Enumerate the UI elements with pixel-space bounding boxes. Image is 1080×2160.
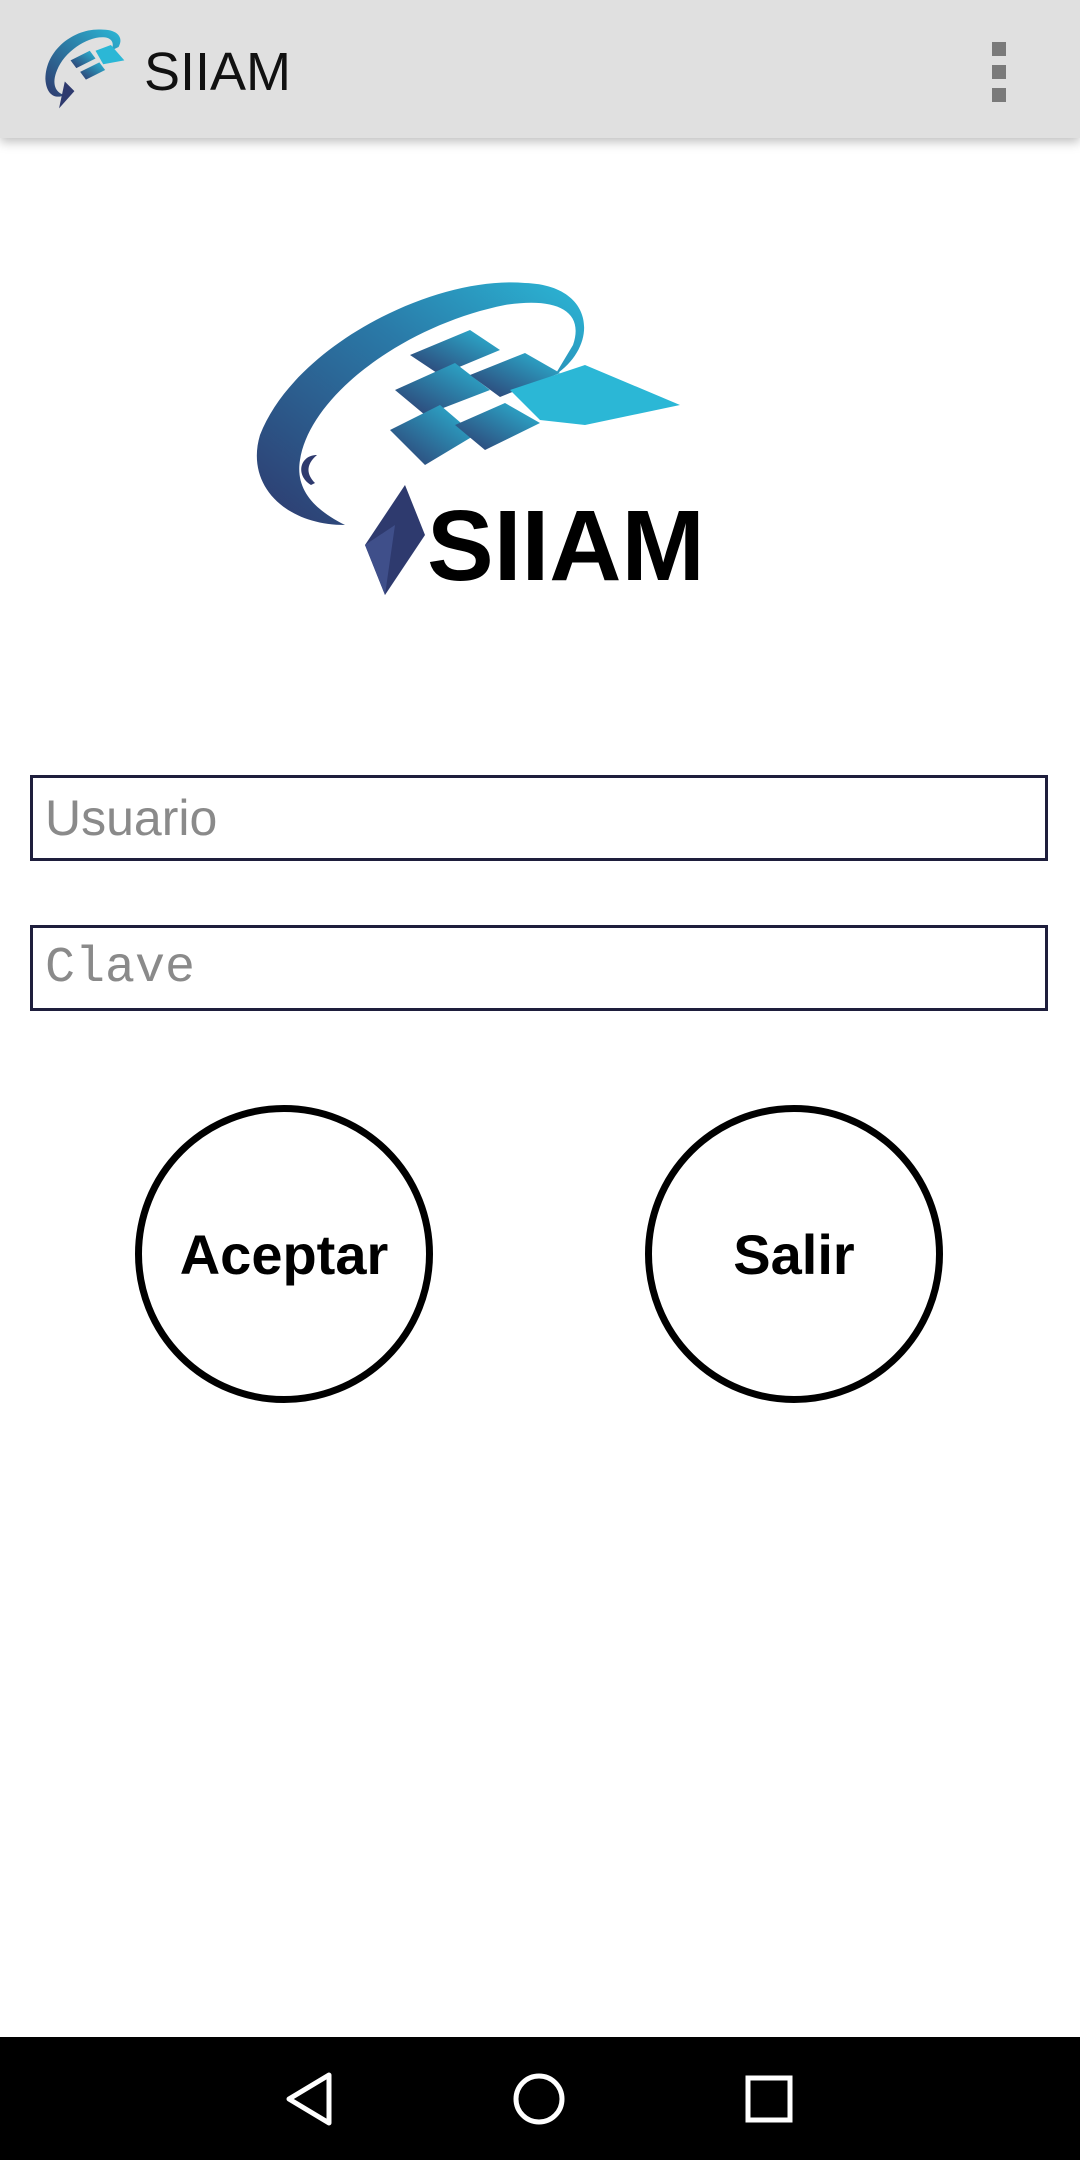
siiam-main-logo: SIIAM [256, 282, 705, 602]
back-icon[interactable] [275, 2065, 343, 2133]
logo-wordmark: SIIAM [427, 490, 705, 602]
app-title: SIIAM [144, 42, 292, 102]
overflow-menu-button[interactable] [968, 34, 1028, 110]
system-navigation-bar [0, 2037, 1080, 2160]
recents-icon[interactable] [735, 2065, 803, 2133]
app-bar: SIIAM [0, 0, 1080, 138]
home-icon[interactable] [505, 2065, 573, 2133]
username-input[interactable] [30, 775, 1048, 861]
siiam-logo-icon [45, 29, 125, 109]
more-vert-icon-dot [992, 88, 1006, 102]
password-input[interactable] [30, 925, 1048, 1011]
exit-button[interactable]: Salir [645, 1105, 943, 1403]
accept-button[interactable]: Aceptar [135, 1105, 433, 1403]
login-screen: SIIAM SIIAM Usuario Aceptar Salir [0, 0, 1080, 2160]
more-vert-icon [992, 42, 1006, 56]
more-vert-icon-dot [992, 65, 1006, 79]
